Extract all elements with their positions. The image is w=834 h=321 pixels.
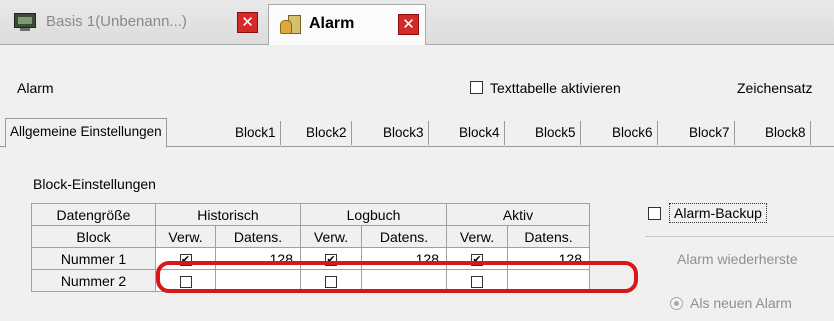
- logbook-used-checkbox[interactable]: ✔: [325, 253, 337, 266]
- alarm-icon: [280, 14, 301, 34]
- historic-used-checkbox[interactable]: [179, 275, 192, 288]
- texttable-checkbox[interactable]: [470, 81, 483, 94]
- column-header-logbook: Logbuch: [300, 203, 447, 226]
- document-tab-bar: Basis 1(Unbenann...) ✕ Alarm ✕: [0, 0, 834, 45]
- tab-block2[interactable]: Block2: [302, 121, 352, 145]
- column-header-data-size: Datengröße: [31, 203, 156, 226]
- alarm-backup-checkbox[interactable]: [648, 207, 661, 220]
- column-header-historic: Historisch: [155, 203, 301, 226]
- historic-used-checkbox[interactable]: ✔: [179, 253, 192, 266]
- column-header-active: Aktiv: [446, 203, 590, 226]
- doc-tab-alarm[interactable]: Alarm ✕: [268, 4, 426, 45]
- column-header-used: Verw.: [300, 225, 362, 248]
- tab-block6[interactable]: Block6: [608, 121, 658, 145]
- column-header-records: Datens.: [361, 225, 447, 248]
- active-used-checkbox[interactable]: [471, 275, 483, 288]
- row-header: Nummer 2: [31, 269, 156, 292]
- block-settings-table: Datengröße Historisch Logbuch Aktiv Bloc…: [31, 203, 590, 292]
- column-header-block: Block: [31, 225, 156, 248]
- table-header-row: Datengröße Historisch Logbuch Aktiv: [31, 203, 590, 226]
- tab-block1[interactable]: Block1: [231, 121, 281, 145]
- tab-block8[interactable]: Block8: [761, 121, 811, 145]
- tab-block7[interactable]: Block7: [685, 121, 735, 145]
- active-records-value[interactable]: [507, 269, 590, 292]
- column-header-records: Datens.: [507, 225, 590, 248]
- table-row: Nummer 1 ✔ 128 ✔ 128 ✔ 128: [31, 247, 590, 270]
- tab-block4[interactable]: Block4: [455, 121, 505, 145]
- column-header-used: Verw.: [155, 225, 216, 248]
- page-title: Alarm: [17, 80, 54, 96]
- close-icon[interactable]: ✕: [237, 12, 258, 33]
- historic-records-value[interactable]: [215, 269, 301, 292]
- logbook-records-value[interactable]: [361, 269, 447, 292]
- doc-tab-alarm-label: Alarm: [309, 15, 355, 32]
- monitor-icon: [14, 13, 36, 31]
- logbook-used-checkbox[interactable]: [325, 275, 337, 288]
- historic-records-value[interactable]: 128: [215, 247, 301, 270]
- tab-general-settings[interactable]: Allgemeine Einstellungen: [5, 118, 167, 148]
- new-alarm-label: Als neuen Alarm: [690, 295, 792, 311]
- column-header-records: Datens.: [215, 225, 301, 248]
- settings-tab-bar: Allgemeine Einstellungen Block1 Block2 B…: [0, 116, 834, 148]
- tab-block5[interactable]: Block5: [531, 121, 581, 145]
- texttable-label: Texttabelle aktivieren: [490, 80, 621, 96]
- block-settings-label: Block-Einstellungen: [33, 176, 156, 192]
- divider: [645, 236, 834, 237]
- active-records-value[interactable]: 128: [507, 247, 590, 270]
- column-header-used: Verw.: [446, 225, 508, 248]
- logbook-records-value[interactable]: 128: [361, 247, 447, 270]
- alarm-backup-label: Alarm-Backup: [669, 203, 767, 223]
- table-row: Nummer 2: [31, 269, 590, 292]
- close-icon[interactable]: ✕: [398, 14, 419, 35]
- alarm-header: Alarm Texttabelle aktivieren Zeichensatz: [0, 45, 834, 115]
- alarm-restore-label: Alarm wiederherste: [677, 251, 798, 267]
- row-header: Nummer 1: [31, 247, 156, 270]
- doc-tab-basis[interactable]: Basis 1(Unbenann...) ✕: [6, 5, 262, 40]
- table-subheader-row: Block Verw. Datens. Verw. Datens. Verw. …: [31, 225, 590, 248]
- new-alarm-radio[interactable]: [670, 297, 683, 310]
- charset-label: Zeichensatz: [737, 80, 813, 96]
- doc-tab-basis-label: Basis 1(Unbenann...): [46, 13, 187, 30]
- active-used-checkbox[interactable]: ✔: [471, 253, 483, 266]
- tab-block3[interactable]: Block3: [379, 121, 429, 145]
